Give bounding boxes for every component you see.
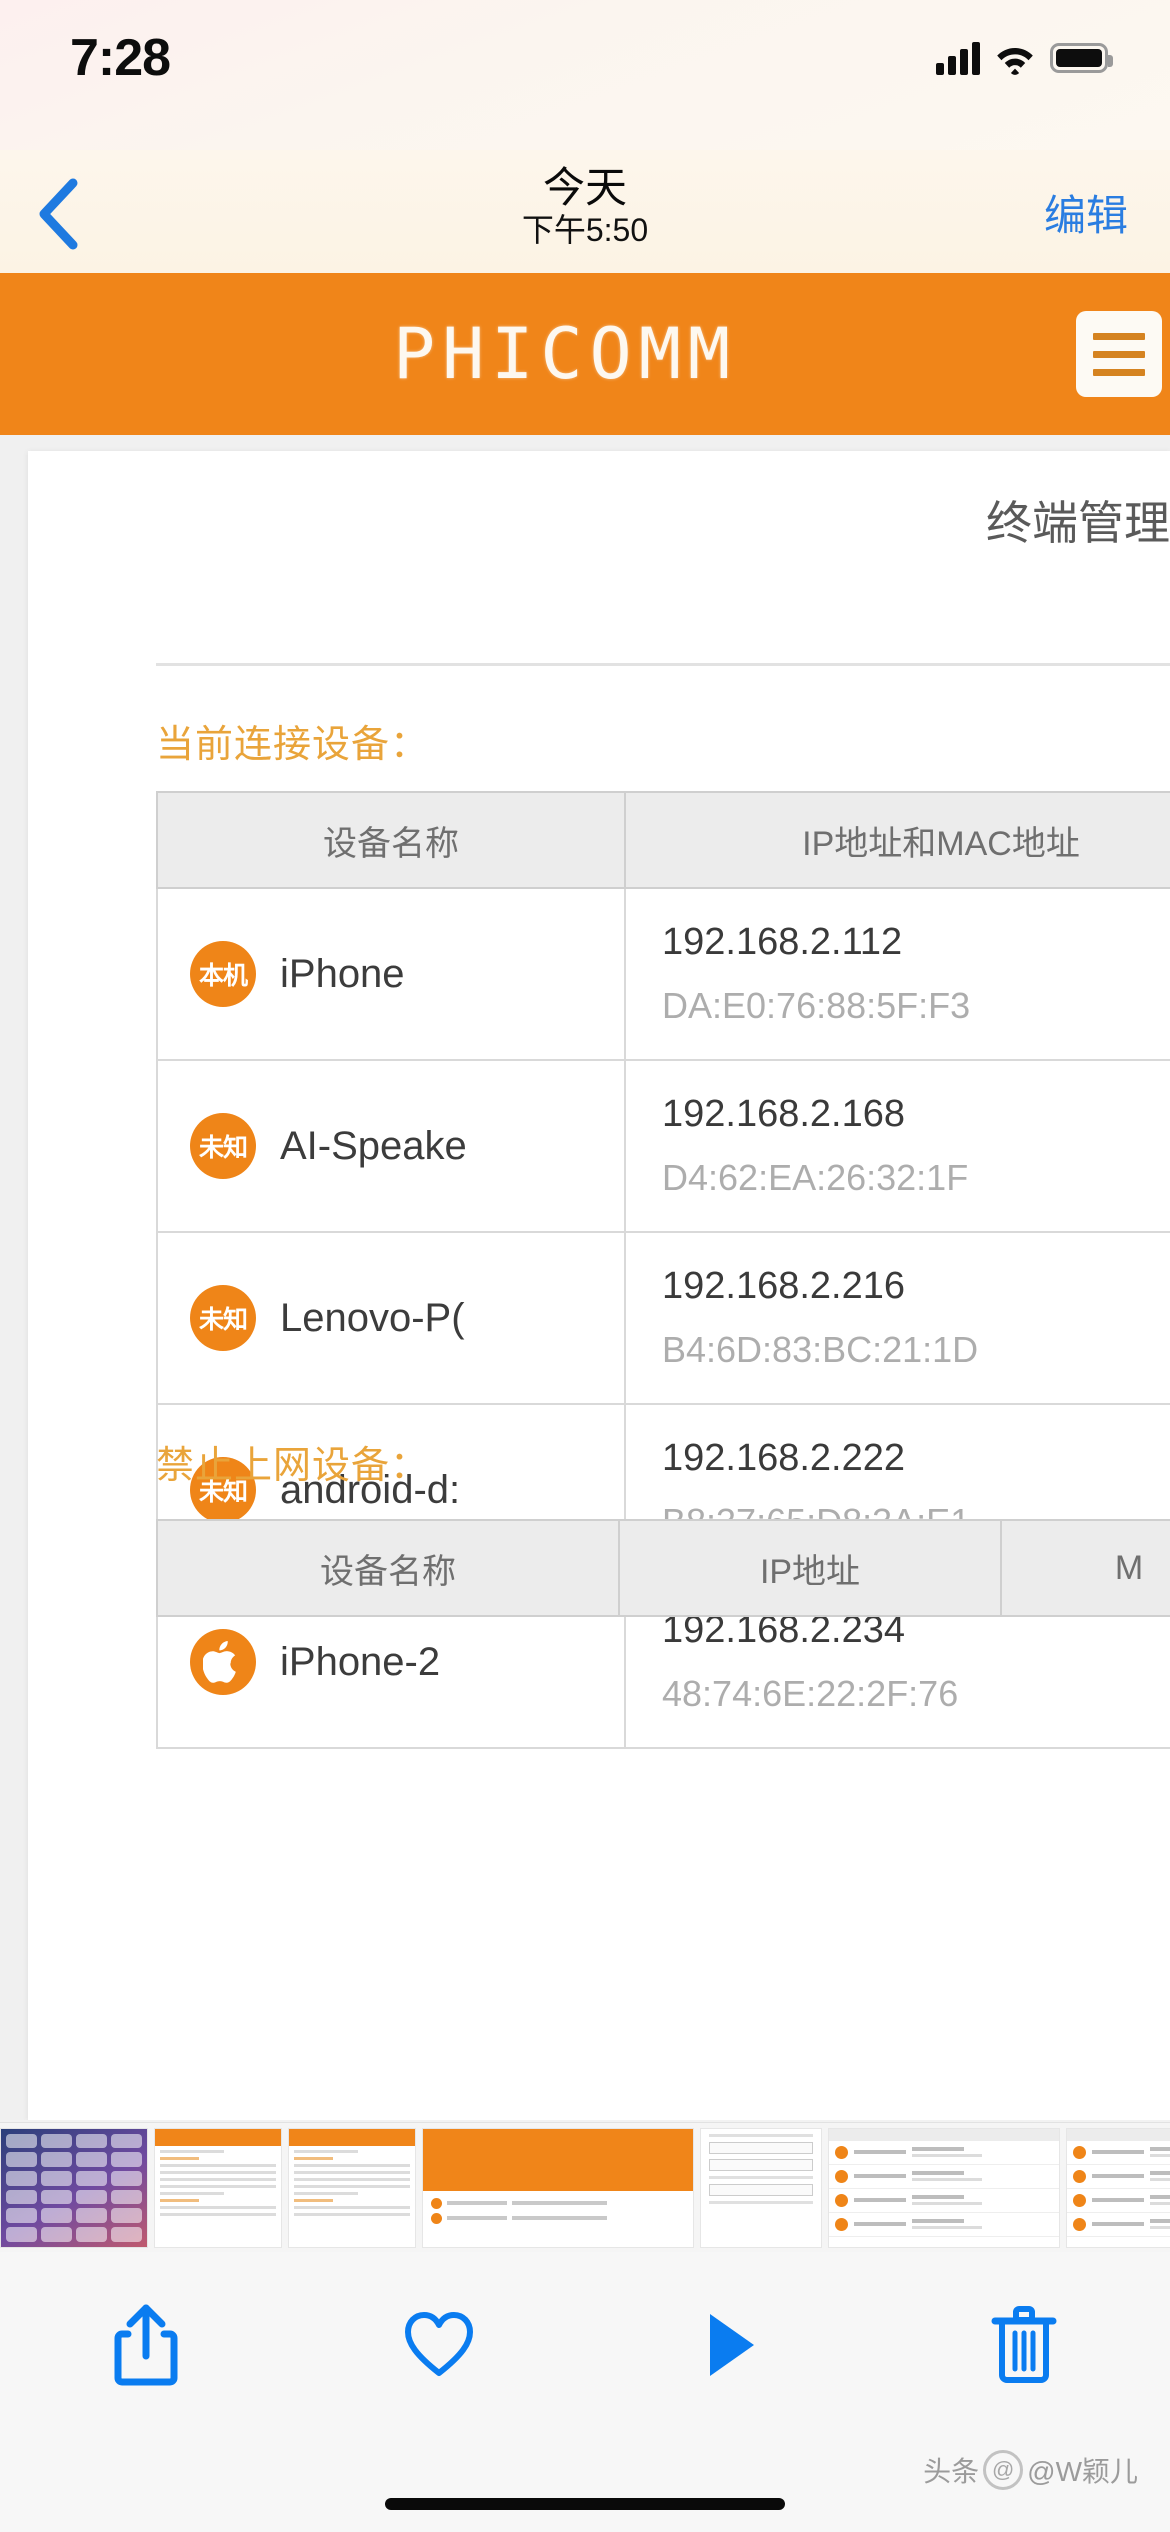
cell-ip-mac: 192.168.2.112 DA:E0:76:88:5F:F3 (625, 887, 1170, 1061)
wifi-icon (994, 41, 1036, 75)
filmstrip-thumbnail[interactable] (1066, 2127, 1170, 2248)
cell-device-name: 本机 iPhone (156, 887, 626, 1061)
device-mac: B4:6D:83:BC:21:1D (662, 1329, 979, 1371)
device-ip: 192.168.2.168 (662, 1093, 906, 1136)
watermark-handle: @W颖儿 (1027, 2456, 1138, 2487)
watermark-prefix: 头条 (923, 2456, 980, 2487)
brand-logo: PHICOMM (392, 313, 737, 395)
bottom-toolbar: 头条 @ @W颖儿 (0, 2252, 1170, 2532)
filmstrip-thumbnail[interactable] (828, 2127, 1060, 2248)
status-bar-indicators (936, 35, 1113, 81)
battery-icon (1050, 43, 1113, 73)
device-badge: 未知 (190, 1285, 256, 1351)
column-header-device-name: 设备名称 (156, 1519, 620, 1617)
page-title: 今天 (542, 164, 627, 211)
column-header-ip: IP地址 (618, 1519, 1002, 1617)
apple-logo-icon (190, 1629, 256, 1695)
device-mac: DA:E0:76:88:5F:F3 (662, 985, 971, 1027)
section-label-connected: 当前连接设备： (156, 724, 430, 766)
trash-icon (990, 2305, 1058, 2390)
blocked-devices-table: 设备名称 IP地址 M (156, 1519, 1170, 1617)
section-label-blocked: 禁止上网设备： (156, 1445, 430, 1487)
status-bar-time: 7:28 (70, 29, 171, 87)
content-card: 终端管理 当前连接设备： 设备名称 IP地址和MAC地址 本机 iPhone 1… (28, 451, 1170, 2120)
device-name-label: iPhone (280, 951, 405, 996)
play-button[interactable] (585, 2282, 878, 2412)
device-ip: 192.168.2.216 (662, 1265, 906, 1308)
hamburger-menu-icon[interactable] (1076, 311, 1162, 397)
page-subtitle: 下午5:50 (521, 212, 649, 249)
heart-icon (402, 2310, 476, 2385)
filmstrip-thumbnail[interactable] (288, 2127, 416, 2248)
share-icon (113, 2302, 179, 2393)
table-row[interactable]: 未知 AI-Speake 192.168.2.168 D4:62:EA:26:3… (156, 1059, 1170, 1233)
play-icon (704, 2310, 758, 2385)
table-row[interactable]: 本机 iPhone 192.168.2.112 DA:E0:76:88:5F:F… (156, 887, 1170, 1061)
watermark: 头条 @ @W颖儿 (923, 2450, 1138, 2490)
table-header-row: 设备名称 IP地址和MAC地址 (156, 791, 1170, 889)
home-indicator[interactable] (385, 2498, 785, 2510)
device-badge: 未知 (190, 1113, 256, 1179)
cell-device-name: 未知 AI-Speake (156, 1059, 626, 1233)
filmstrip-thumbnail[interactable] (700, 2127, 822, 2248)
watermark-logo-icon: @ (983, 2450, 1024, 2490)
table-header-row: 设备名称 IP地址 M (156, 1519, 1170, 1617)
device-badge: 本机 (190, 941, 256, 1007)
navigation-bar: 今天 下午5:50 编辑 (0, 150, 1170, 273)
filmstrip-thumbnail[interactable] (154, 2127, 282, 2248)
delete-button[interactable] (878, 2282, 1170, 2412)
site-header: PHICOMM (0, 273, 1170, 435)
cell-ip-mac: 192.168.2.168 D4:62:EA:26:32:1F (625, 1059, 1170, 1233)
cellular-signal-icon (936, 41, 980, 75)
cell-device-name: 未知 Lenovo-P( (156, 1231, 626, 1405)
device-name-label: iPhone-2 (280, 1639, 441, 1684)
filmstrip-thumbnail[interactable] (0, 2127, 148, 2248)
content-title: 终端管理 (986, 497, 1170, 549)
screenshot-content[interactable]: PHICOMM 终端管理 当前连接设备： 设备名称 IP地址和MAC地址 本机 … (0, 273, 1170, 2120)
device-name-label: Lenovo-P( (280, 1295, 465, 1340)
favorite-button[interactable] (293, 2282, 586, 2412)
column-header-ip-mac: IP地址和MAC地址 (624, 791, 1170, 889)
nav-title-group: 今天 下午5:50 (0, 164, 1170, 248)
cell-ip-mac: 192.168.2.216 B4:6D:83:BC:21:1D (625, 1231, 1170, 1405)
edit-button[interactable]: 编辑 (1044, 182, 1128, 243)
status-bar: 7:28 (0, 0, 1170, 150)
device-ip: 192.168.2.112 (662, 921, 903, 964)
filmstrip-thumbnail[interactable] (422, 2127, 694, 2248)
table-row[interactable]: 未知 Lenovo-P( 192.168.2.216 B4:6D:83:BC:2… (156, 1231, 1170, 1405)
device-mac: D4:62:EA:26:32:1F (662, 1157, 969, 1199)
device-mac: 48:74:6E:22:2F:76 (662, 1673, 959, 1715)
device-name-label: AI-Speake (280, 1123, 467, 1168)
title-divider (156, 663, 1170, 666)
column-header-device-name: 设备名称 (156, 791, 626, 889)
column-header-mac: M (1000, 1519, 1170, 1617)
device-ip: 192.168.2.222 (662, 1437, 906, 1480)
screenshot-filmstrip[interactable] (0, 2122, 1170, 2252)
share-button[interactable] (0, 2282, 293, 2412)
device-ip: 192.168.2.234 (662, 1609, 906, 1652)
